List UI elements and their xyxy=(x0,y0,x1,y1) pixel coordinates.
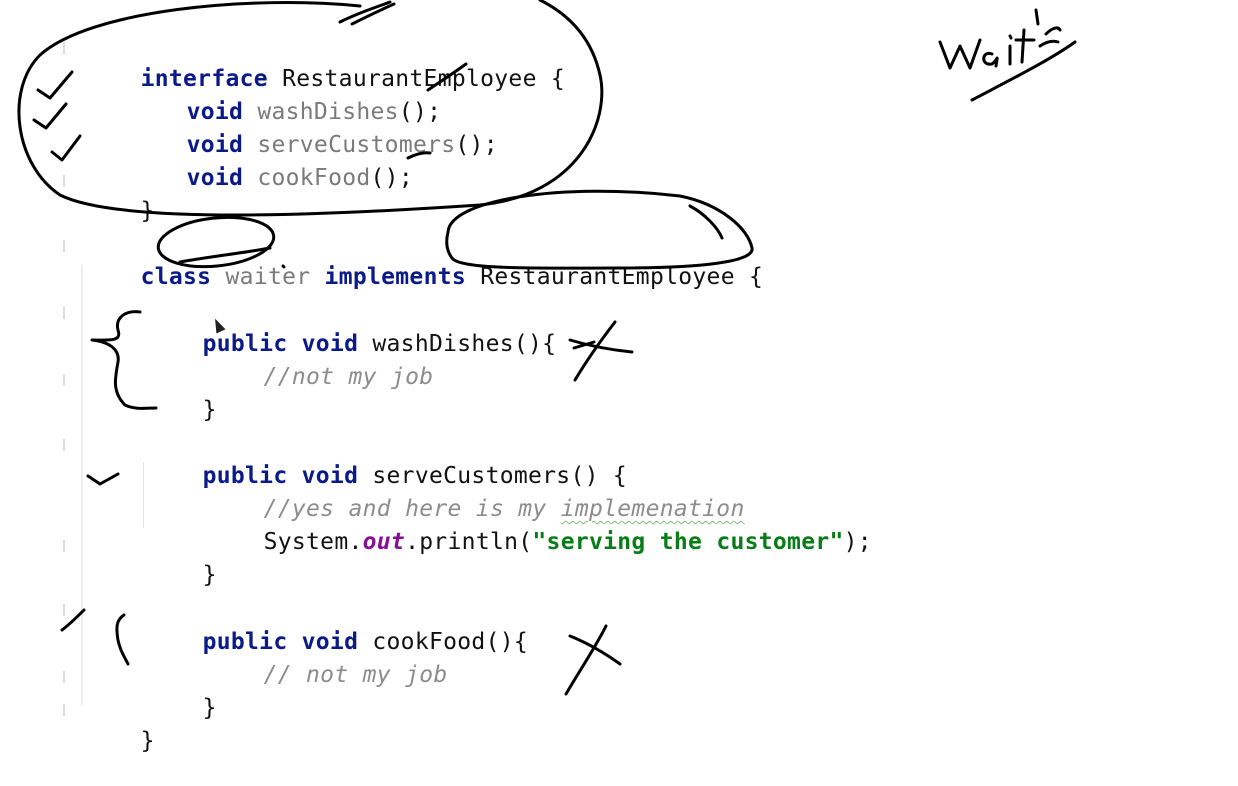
open-brace: { xyxy=(749,264,764,290)
method-suffix: (); xyxy=(370,165,413,191)
code-line-interface-method[interactable]: void washDishes(); xyxy=(130,67,441,125)
close-brace: } xyxy=(140,728,155,754)
code-line-class-close[interactable]: } xyxy=(84,696,155,754)
code-line-method-close[interactable]: } xyxy=(146,530,217,588)
ink-brace xyxy=(115,613,130,666)
ink-check-mark xyxy=(36,70,74,100)
ink-cross-mark xyxy=(564,624,622,696)
code-line-statement[interactable]: System.out.println("serving the customer… xyxy=(207,497,872,555)
implemented-interface-name: RestaurantEmployee xyxy=(480,264,735,290)
fold-marker[interactable] xyxy=(63,704,65,716)
ink-underline xyxy=(970,40,1077,102)
code-line-interface-method[interactable]: void cookFood(); xyxy=(130,133,413,191)
fold-marker[interactable] xyxy=(63,439,65,451)
fold-marker[interactable] xyxy=(63,240,65,252)
static-field-out: out xyxy=(362,529,406,555)
code-line-method-declaration[interactable]: public void cookFood(){ xyxy=(146,597,528,655)
comment: // not my job xyxy=(263,662,448,688)
code-editor[interactable]: interface RestaurantEmployee { void wash… xyxy=(0,0,1238,754)
indent-guide xyxy=(143,462,144,528)
ink-scribble-top xyxy=(338,0,396,26)
class-name: waiter xyxy=(225,264,311,290)
ink-handwritten-note xyxy=(938,8,1062,70)
fold-marker[interactable] xyxy=(63,374,65,386)
code-line-method-declaration[interactable]: public void washDishes(){ xyxy=(146,299,556,357)
method-name: cookFood xyxy=(257,165,371,191)
fold-marker[interactable] xyxy=(63,604,65,616)
fold-marker[interactable] xyxy=(63,175,65,187)
method-suffix: (); xyxy=(455,132,498,158)
ink-check-mark xyxy=(86,472,120,486)
fold-marker[interactable] xyxy=(63,671,65,683)
close-brace: } xyxy=(140,198,155,224)
code-line-method-declaration[interactable]: public void serveCustomers() { xyxy=(146,431,627,489)
statement-end: ); xyxy=(843,529,872,555)
code-line-method-close[interactable]: } xyxy=(146,663,217,721)
open-brace: { xyxy=(550,66,566,92)
code-line-comment[interactable]: //not my job xyxy=(207,332,433,390)
keyword-implements: implements xyxy=(324,264,467,290)
ink-check-mark xyxy=(50,134,82,162)
fold-marker[interactable] xyxy=(63,307,65,319)
gutter-line xyxy=(81,265,83,705)
close-brace: } xyxy=(202,397,217,423)
close-brace: } xyxy=(202,695,217,721)
code-line-method-close[interactable]: } xyxy=(146,365,217,423)
fold-marker[interactable] xyxy=(63,540,65,552)
string-literal: "serving the customer" xyxy=(532,529,844,555)
keyword-class: class xyxy=(140,264,212,290)
ink-check-mark xyxy=(32,102,68,130)
fold-marker[interactable] xyxy=(63,42,65,54)
code-line-comment[interactable]: // not my job xyxy=(207,630,448,688)
code-line-interface-declaration[interactable]: interface RestaurantEmployee { xyxy=(84,34,565,92)
code-line-class-declaration[interactable]: class waiter implements RestaurantEmploy… xyxy=(84,232,763,290)
code-line-interface-close[interactable]: } xyxy=(84,166,155,224)
comment: //not my job xyxy=(263,364,434,390)
println-call: .println( xyxy=(405,529,533,555)
ink-cross-mark xyxy=(568,320,634,382)
close-brace: } xyxy=(202,562,217,588)
keyword-void: void xyxy=(186,165,244,191)
system-class: System. xyxy=(263,529,363,555)
code-line-interface-method[interactable]: void serveCustomers(); xyxy=(130,100,498,158)
code-line-comment[interactable]: //yes and here is my implemenation xyxy=(207,464,745,522)
